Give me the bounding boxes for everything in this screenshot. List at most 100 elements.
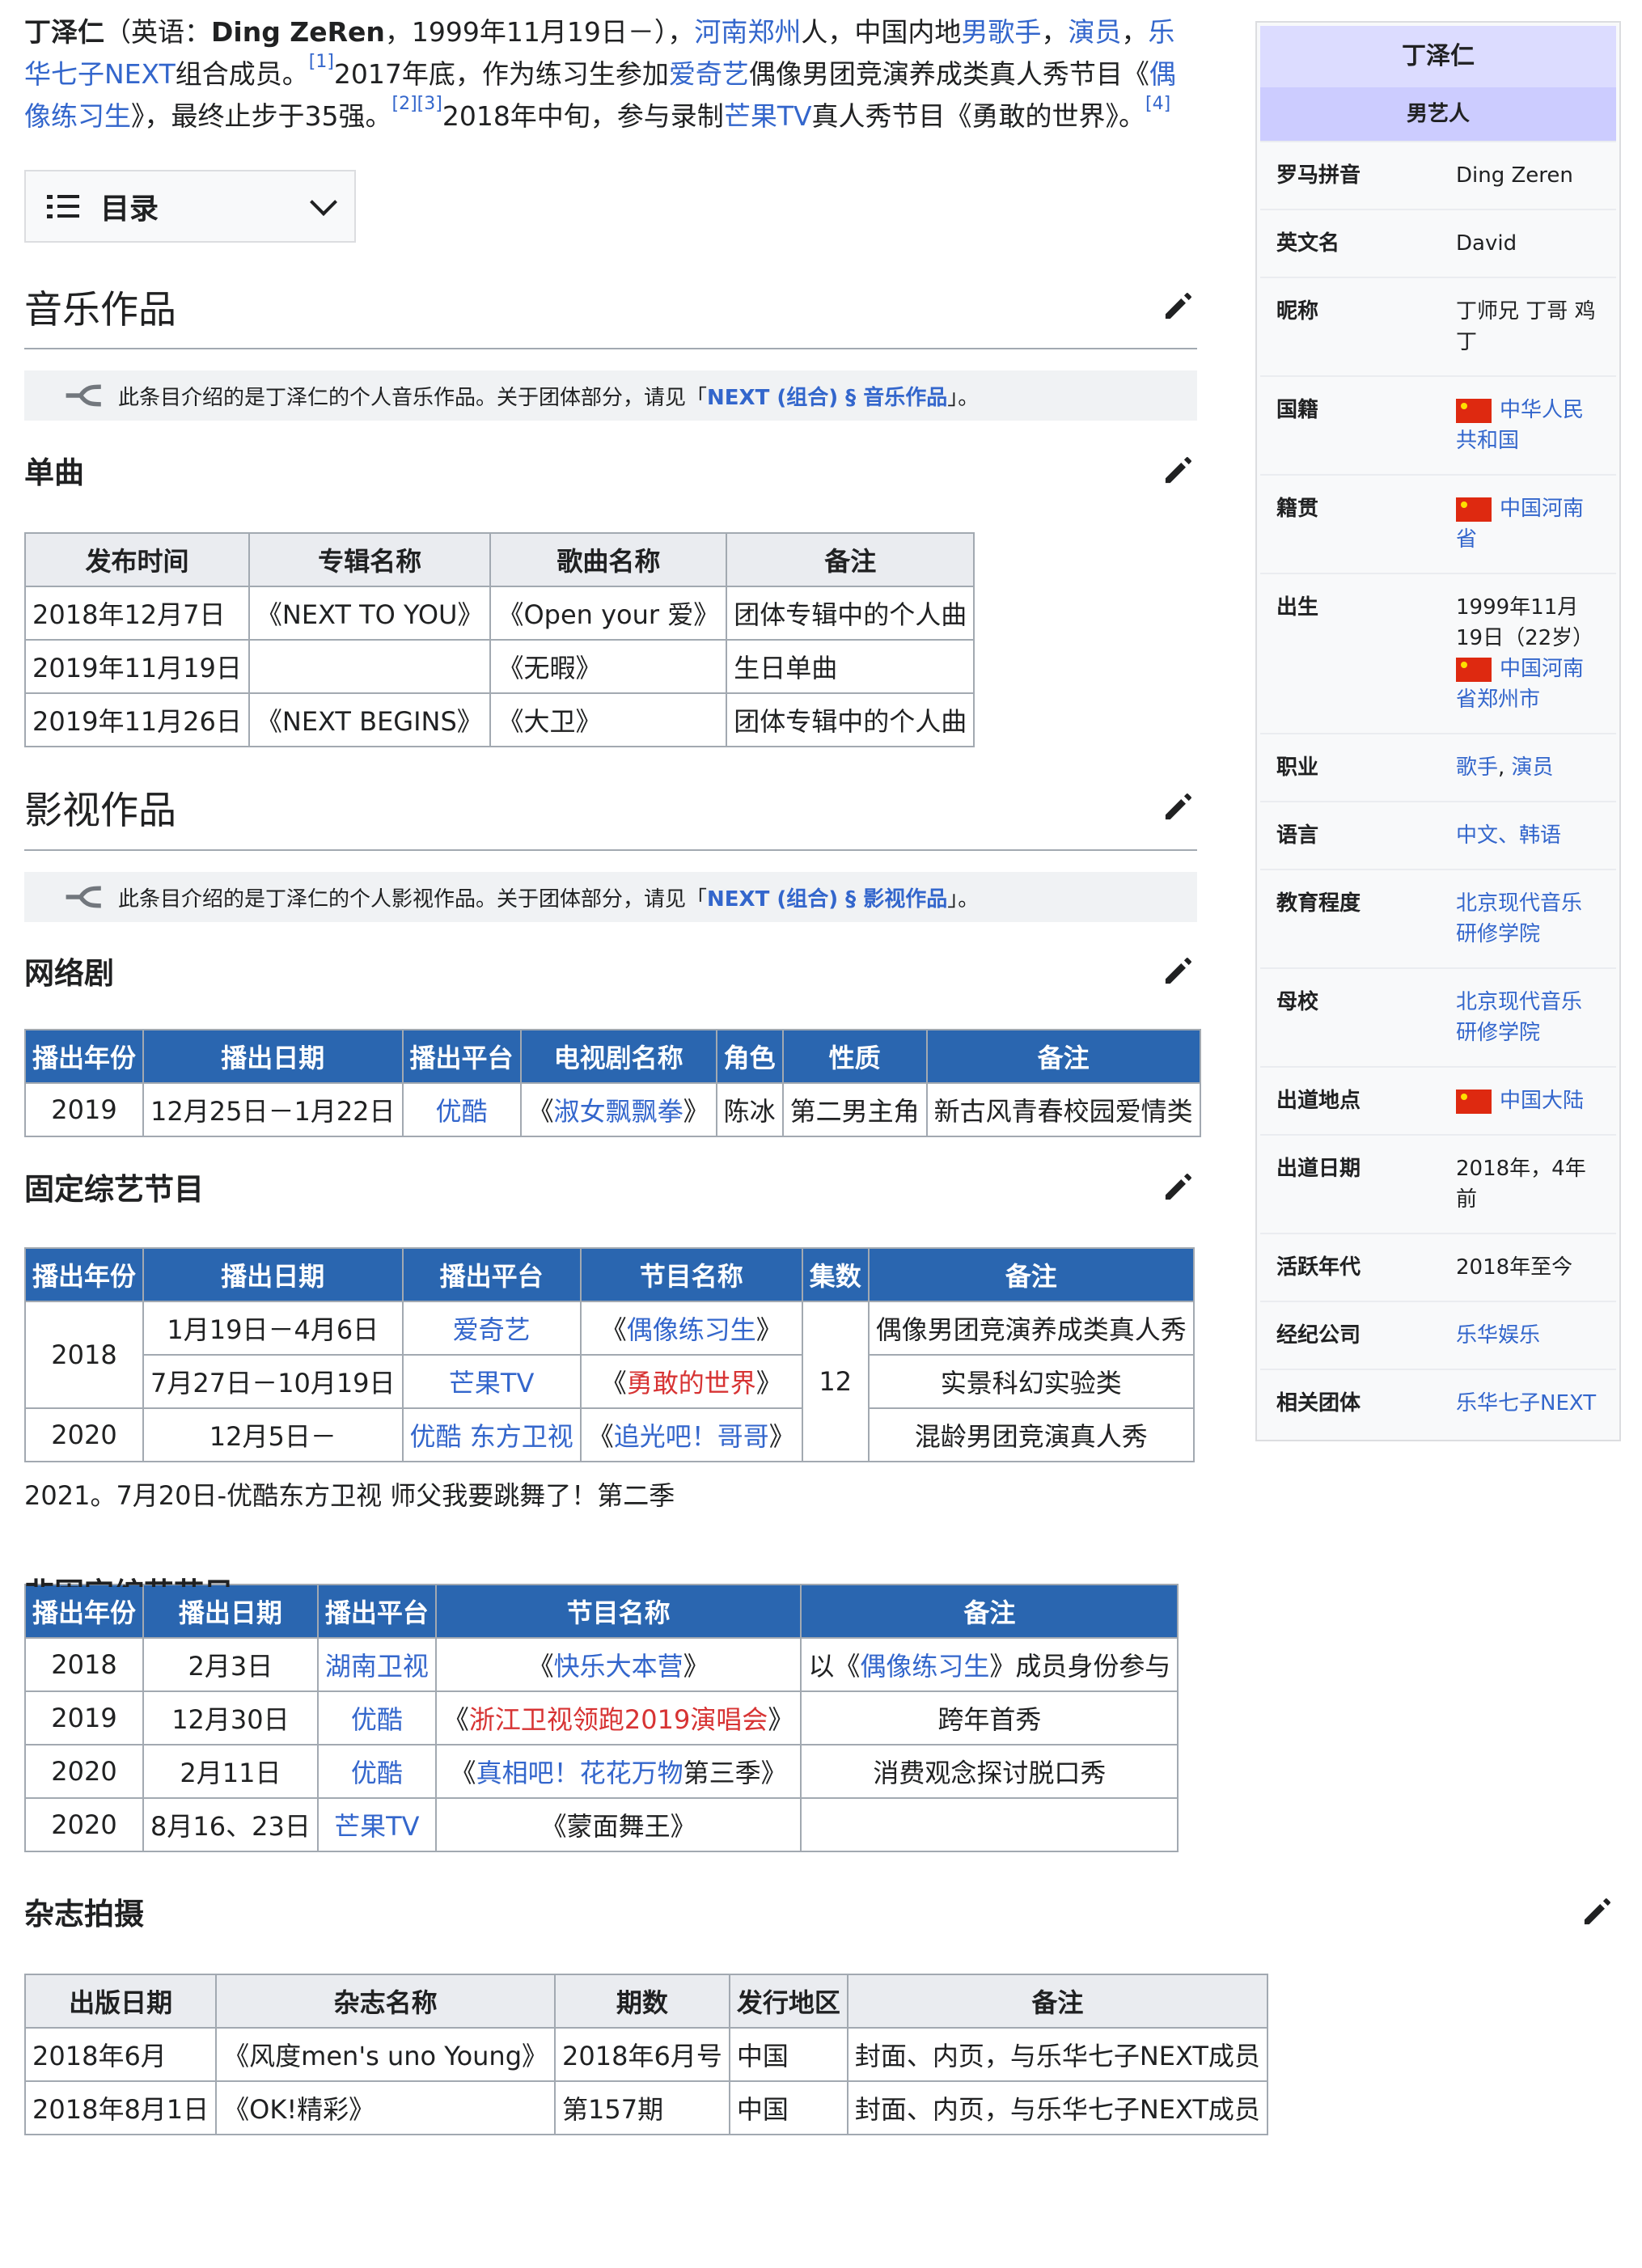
table-row: 2019年11月26日 《NEXT BEGINS》 《大卫》 团体专辑中的个人曲 [24, 692, 975, 747]
infobox-row-group: 相关团体 乐华七子NEXT [1260, 1369, 1616, 1437]
section-music: 音乐作品 [24, 264, 1197, 349]
infobox-row-agency: 经纪公司 乐华娱乐 [1260, 1301, 1616, 1369]
infobox-row-language: 语言 中文、韩语 [1260, 801, 1616, 869]
platform-link[interactable]: 优酷 [351, 1704, 403, 1735]
hatnote-link[interactable]: NEXT (组合) § 影视作品 [707, 882, 947, 912]
group-link[interactable]: 乐华七子NEXT [1456, 1388, 1600, 1419]
show-link[interactable]: 勇敢的世界 [627, 1368, 756, 1398]
show-link[interactable]: 偶像练习生 [627, 1314, 756, 1345]
singer-link[interactable]: 男歌手 [961, 16, 1041, 48]
platform-link[interactable]: 芒果TV [449, 1368, 534, 1398]
show-link[interactable]: 浙江卫视领跑2019演唱会 [469, 1704, 768, 1735]
infobox-row-debut-date: 出道日期 2018年，4年前 [1260, 1134, 1616, 1233]
reference-2-3[interactable]: [2][3] [392, 94, 442, 114]
platform-link[interactable]: 优酷 [351, 1758, 403, 1788]
infobox-row-nickname: 昵称 丁师兄 丁哥 鸡丁 [1260, 277, 1616, 375]
infobox: 丁泽仁 男艺人 罗马拼音 Ding Zeren 英文名 David 昵称 丁师兄… [1255, 21, 1621, 1441]
infobox-subtitle: 男艺人 [1406, 102, 1470, 126]
occupation-link[interactable]: 演员 [1512, 755, 1554, 780]
flag-icon [1456, 657, 1492, 682]
platform-link[interactable]: 湖南卫视 [325, 1651, 429, 1682]
table-row: 2018 2月3日 湖南卫视 《快乐大本营》 以《偶像练习生》成员身份参与 [23, 1637, 1179, 1692]
table-row: 2019 12月25日－1月22日 优酷 《淑女飘飘拳》 陈冰 第二男主角 新古… [23, 1082, 1201, 1137]
subsection-singles: 单曲 [24, 435, 1197, 505]
toc-toggle[interactable]: 目录 [24, 170, 356, 243]
subsection-webdrama: 网络剧 [24, 937, 1197, 1005]
pencil-icon[interactable] [1579, 1893, 1616, 1930]
subsection-heading: 单曲 [24, 455, 84, 490]
subsection-heading: 杂志拍摄 [24, 1897, 144, 1932]
platform-link[interactable]: 爱奇艺 [453, 1314, 531, 1345]
magazine-table: 出版日期 杂志名称 期数 发行地区 备注 2018年6月 《风度men's un… [23, 1974, 1268, 2135]
section-heading: 音乐作品 [24, 287, 176, 332]
infobox-row-education: 教育程度 北京现代音乐研修学院 [1260, 869, 1616, 967]
infobox-row-romanization: 罗马拼音 Ding Zeren [1260, 141, 1616, 209]
hatnote-link[interactable]: NEXT (组合) § 音乐作品 [707, 381, 947, 411]
education-link[interactable]: 北京现代音乐研修学院 [1456, 888, 1600, 950]
subject-name: 丁泽仁 [24, 16, 104, 48]
hometown-link[interactable]: 河南郑州 [694, 16, 801, 48]
list-icon [47, 193, 79, 219]
infobox-row-origin: 籍贯 中国河南省 [1260, 474, 1616, 573]
subsection-heading: 固定综艺节目 [24, 1172, 204, 1207]
language-link[interactable]: 中文、韩语 [1456, 820, 1600, 851]
infobox-row-english: 英文名 David [1260, 209, 1616, 277]
show-link[interactable]: 偶像练习生 [860, 1651, 989, 1682]
platform-link[interactable]: 优酷 [436, 1096, 488, 1127]
section-heading: 影视作品 [24, 788, 176, 833]
actor-link[interactable]: 演员 [1068, 16, 1121, 48]
infobox-title: 丁泽仁 [1260, 26, 1616, 87]
show-link[interactable]: 真相吧！花花万物 [476, 1758, 683, 1788]
pencil-icon[interactable] [1160, 952, 1197, 989]
infobox-header: 丁泽仁 男艺人 [1260, 26, 1616, 141]
occupation-link[interactable]: 歌手 [1456, 755, 1498, 780]
drama-link[interactable]: 淑女飘飘拳 [554, 1096, 683, 1127]
alma-link[interactable]: 北京现代音乐研修学院 [1456, 987, 1600, 1048]
table-header-row: 播出年份 播出日期 播出平台 电视剧名称 角色 性质 备注 [23, 1029, 1201, 1084]
variety-table: 播出年份 播出日期 播出平台 节目名称 集数 备注 2018 1月19日－4月6… [23, 1247, 1195, 1462]
reference-4[interactable]: [4] [1145, 94, 1170, 114]
infobox-row-born: 出生 1999年11月19日（22岁） 中国河南省郑州市 [1260, 573, 1616, 733]
mgtv-link[interactable]: 芒果TV [724, 100, 812, 132]
section-film: 影视作品 [24, 764, 1197, 851]
iqiyi-link[interactable]: 爱奇艺 [669, 58, 749, 90]
table-row: 2019 12月30日 优酷 《浙江卫视领跑2019演唱会》 跨年首秀 [23, 1690, 1179, 1745]
flag-icon [1456, 398, 1492, 423]
subsection-variety: 固定综艺节目 [24, 1153, 1197, 1220]
table-row: 2018年8月1日 《OK!精彩》 第157期 中国 封面、内页，与乐华七子NE… [23, 2080, 1268, 2135]
table-row: 2018年6月 《风度men's uno Young》 2018年6月号 中国 … [23, 2027, 1268, 2082]
singles-table: 发布时间 专辑名称 歌曲名称 备注 2018年12月7日 《NEXT TO YO… [24, 532, 975, 747]
infobox-row-active: 活跃年代 2018年至今 [1260, 1233, 1616, 1301]
agency-link[interactable]: 乐华娱乐 [1456, 1320, 1600, 1351]
subsection-heading: 非固定综艺节目 [24, 1571, 234, 1587]
infobox-row-nationality: 国籍 中华人民共和国 [1260, 375, 1616, 474]
flag-icon [1456, 497, 1492, 522]
pencil-icon[interactable] [1160, 1168, 1197, 1205]
table-row: 2019年11月19日 《无暇》 生日单曲 [24, 639, 975, 694]
table-row: 7月27日－10月19日 芒果TV 《勇敢的世界》 实景科幻实验类 [25, 1354, 1195, 1409]
pencil-icon[interactable] [1160, 788, 1197, 825]
reference-1[interactable]: [1] [309, 52, 334, 72]
hatnote: 此条目介绍的是丁泽仁的个人音乐作品。关于团体部分，请见「 NEXT (组合) § … [24, 370, 1197, 421]
infobox-row-debut-place: 出道地点 中国大陆 [1260, 1066, 1616, 1134]
pencil-icon[interactable] [1160, 451, 1197, 489]
pencil-icon[interactable] [1160, 287, 1197, 324]
table-row: 2018年12月7日 《NEXT TO YOU》 《Open your 爱》 团… [24, 586, 975, 641]
table-header-row: 发布时间 专辑名称 歌曲名称 备注 [24, 532, 975, 587]
table-row: 2020 2月11日 优酷 《真相吧！花花万物第三季》 消费观念探讨脱口秀 [23, 1744, 1179, 1799]
platform-link[interactable]: 芒果TV [334, 1811, 419, 1842]
table-header-row: 出版日期 杂志名称 期数 发行地区 备注 [23, 1974, 1268, 2029]
extra-note: 2021。7月20日-优酷东方卫视 师父我要跳舞了！第二季 [24, 1480, 675, 1511]
fork-icon [66, 384, 101, 407]
fork-icon [66, 886, 101, 908]
platform-link[interactable]: 优酷 东方卫视 [410, 1421, 573, 1452]
table-header-row: 播出年份 播出日期 播出平台 节目名称 备注 [23, 1584, 1179, 1639]
subsection-magazine: 杂志拍摄 [24, 1877, 1626, 1946]
hatnote: 此条目介绍的是丁泽仁的个人影视作品。关于团体部分，请见「 NEXT (组合) § … [24, 872, 1197, 922]
nonfixed-table: 播出年份 播出日期 播出平台 节目名称 备注 2018 2月3日 湖南卫视 《快… [23, 1584, 1179, 1852]
article-content: 丁泽仁（英语：Ding ZeRen，1999年11月19日－），河南郑州人，中国… [23, 0, 1610, 2135]
show-link[interactable]: 快乐大本营 [554, 1651, 683, 1682]
show-link[interactable]: 追光吧！哥哥 [614, 1421, 769, 1452]
debut-place-link[interactable]: 中国大陆 [1500, 1089, 1584, 1113]
infobox-row-alma: 母校 北京现代音乐研修学院 [1260, 967, 1616, 1066]
